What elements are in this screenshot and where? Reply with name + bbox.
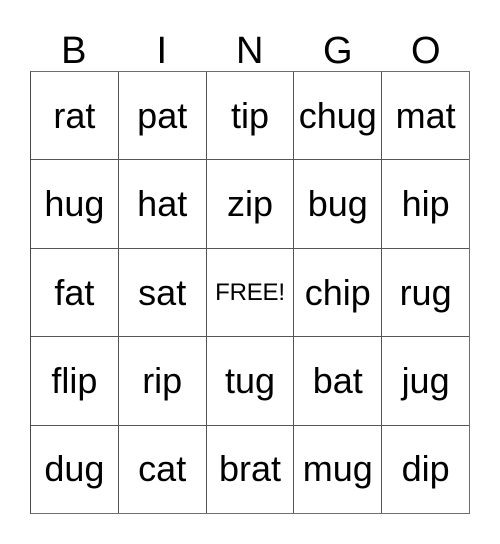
bingo-header-row: B I N G O <box>30 22 470 71</box>
bingo-cell[interactable]: bug <box>293 160 382 248</box>
bingo-cell[interactable]: mug <box>293 425 382 514</box>
bingo-cell[interactable]: flip <box>31 337 118 425</box>
bingo-cell[interactable]: rip <box>117 337 206 425</box>
bingo-cell[interactable]: cat <box>117 425 206 514</box>
bingo-cell[interactable]: fat <box>31 248 118 337</box>
bingo-row: dug cat brat mug dip <box>31 424 469 514</box>
bingo-cell[interactable]: brat <box>205 425 294 514</box>
bingo-cell[interactable]: sat <box>117 248 206 337</box>
bingo-cell[interactable]: chug <box>293 72 382 160</box>
bingo-row: hug hat zip bug hip <box>31 159 469 248</box>
bingo-header-letter-o: O <box>410 30 442 72</box>
bingo-header-letter-g: G <box>322 30 354 72</box>
bingo-cell[interactable]: rat <box>31 72 118 160</box>
bingo-cell[interactable]: dug <box>31 425 118 514</box>
bingo-header-letter-n: N <box>236 30 264 72</box>
bingo-cell[interactable]: jug <box>381 337 469 425</box>
bingo-cell[interactable]: hat <box>117 160 206 248</box>
bingo-cell[interactable]: rug <box>381 248 469 337</box>
bingo-cell[interactable]: chip <box>293 248 382 337</box>
bingo-grid: rat pat tip chug mat hug hat zip bug hip… <box>30 71 470 514</box>
bingo-header-letter-b: B <box>61 30 87 72</box>
bingo-card: B I N G O rat pat tip chug mat hug hat z… <box>0 0 500 544</box>
bingo-cell[interactable]: dip <box>381 425 469 514</box>
bingo-cell[interactable]: tip <box>205 72 294 160</box>
bingo-row: flip rip tug bat jug <box>31 336 469 425</box>
bingo-row: fat sat FREE! chip rug <box>31 247 469 337</box>
bingo-cell[interactable]: bat <box>293 337 382 425</box>
bingo-free-space-cell[interactable]: FREE! <box>205 248 294 337</box>
bingo-cell[interactable]: zip <box>205 160 294 248</box>
bingo-cell[interactable]: tug <box>205 337 294 425</box>
bingo-row: rat pat tip chug mat <box>31 72 469 160</box>
bingo-header-letter-i: I <box>156 30 168 72</box>
bingo-cell[interactable]: hip <box>381 160 469 248</box>
bingo-cell[interactable]: pat <box>117 72 206 160</box>
bingo-cell[interactable]: hug <box>31 160 118 248</box>
bingo-cell[interactable]: mat <box>381 72 469 160</box>
